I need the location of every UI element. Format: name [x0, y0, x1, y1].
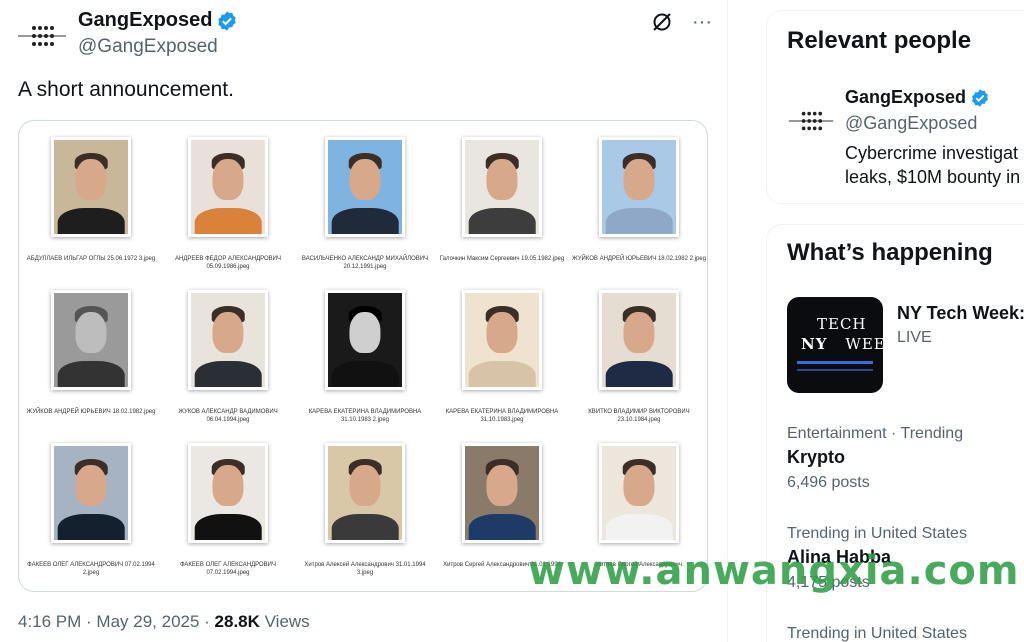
relevant-people-title: Relevant people	[787, 27, 972, 54]
tweet-timestamp[interactable]: 4:16 PM · May 29, 2025 ·	[18, 612, 215, 631]
trend-item[interactable]: Trending in United States	[787, 625, 967, 642]
event-thumb-line2a: NY	[801, 335, 828, 353]
portrait-photo	[462, 443, 542, 543]
verified-badge-icon	[972, 88, 988, 107]
avatar[interactable]	[16, 14, 68, 58]
relevant-people-card: Relevant people GangExposed @GangExposed…	[766, 10, 1024, 204]
portrait-photo	[188, 137, 268, 237]
photo-cell: ЖУКОВ АЛЕКСАНДР ВАДИМОВИЧ 06.04.1994.jpe…	[159, 276, 297, 426]
event-thumb-strip	[797, 361, 873, 364]
photo-cell: ФАКЕЕВ ОЛЕГ АЛЕКСАНДРОВИЧ 07.02.1994 2.j…	[22, 429, 160, 579]
trend-name[interactable]: Krypto	[787, 447, 963, 468]
grok-icon[interactable]	[650, 10, 674, 34]
portrait-photo	[599, 443, 679, 543]
portrait-photo	[599, 290, 679, 390]
event-thumb-line2b: WEEK	[845, 335, 883, 353]
photo-caption: Галочкин Максим Сергеевич 19.05.1982.jpe…	[439, 256, 565, 262]
photo-cell: КВИТКО ВЛАДИМИР ВИКТОРОВИЧ 23.10.1984.jp…	[570, 276, 707, 426]
photo-caption: ФАКЕЕВ ОЛЕГ АЛЕКСАНДРОВИЧ 07.02.1994 2.j…	[27, 562, 155, 576]
relevant-person-name[interactable]: GangExposed	[845, 87, 990, 108]
photo-cell: ЖУЙКОВ АНДРЕЙ ЮРЬЕВИЧ 18.02.1982 2.jpeg	[570, 123, 707, 273]
photo-caption: АНДРЕЕВ ФЕДОР АЛЕКСАНДРОВИЧ 05.09.1986.j…	[175, 256, 281, 270]
portrait-photo	[325, 443, 405, 543]
trend-context: Trending in United States	[787, 625, 967, 642]
portrait-photo	[599, 137, 679, 237]
views-count: 28.8K	[214, 612, 260, 631]
trend-context: Trending in United States	[787, 525, 967, 542]
photo-caption: ЖУЙКОВ АНДРЕЙ ЮРЬЕВИЧ 18.02.1982 2.jpeg	[572, 256, 706, 262]
tweet-actions: ···	[650, 10, 712, 34]
event-live-status: LIVE	[897, 329, 932, 346]
author-handle[interactable]: @GangExposed	[78, 36, 218, 58]
event-thumbnail[interactable]: TECH NY WEEK	[787, 297, 883, 393]
verified-badge-icon	[218, 10, 237, 31]
trend-item[interactable]: Entertainment · Trending Krypto 6,496 po…	[787, 425, 963, 492]
photo-cell: АБДУЛЛАЕВ ИЛЬГАР ОГЛЫ 25.06.1972 3.jpeg	[22, 123, 160, 273]
photo-caption: ФАКЕЕВ ОЛЕГ АЛЕКСАНДРОВИЧ 07.02.1994.jpe…	[179, 562, 276, 576]
photo-caption: КАРЕВА ЕКАТЕРИНА ВЛАДИМИРОВНА 31.10.1983…	[445, 409, 559, 423]
tweet-meta: 4:16 PM · May 29, 2025 · 28.8K Views	[18, 612, 310, 632]
trend-context: Entertainment · Trending	[787, 425, 964, 442]
bio-line-2: leaks, $10M bounty in	[845, 167, 1021, 187]
photo-caption: ВАСИЛЬЧЕНКО АЛЕКСАНДР МИХАЙЛОВИЧ 20.12.1…	[301, 256, 429, 270]
event-thumb-strip	[797, 369, 873, 371]
event-thumb-line2: NY WEEK	[801, 335, 883, 353]
photo-caption: ЖУКОВ АЛЕКСАНДР ВАДИМОВИЧ 06.04.1994.jpe…	[178, 409, 278, 423]
trend-posts: 6,496 posts	[787, 474, 870, 491]
event-thumb-line1: TECH	[817, 315, 867, 333]
relevant-person-bio: Cybercrime investigat leaks, $10M bounty…	[845, 141, 1020, 189]
author-name[interactable]: GangExposed	[78, 9, 238, 32]
photo-cell: КАРЕВА ЕКАТЕРИНА ВЛАДИМИРОВНА 31.10.1983…	[296, 276, 434, 426]
photo-caption: Хитров Алексей Александрович 31.01.1994 …	[304, 562, 426, 576]
portrait-photo	[188, 443, 268, 543]
event-title[interactable]: NY Tech Week:	[897, 303, 1024, 324]
portrait-photo	[51, 443, 131, 543]
photo-caption: КВИТКО ВЛАДИМИР ВИКТОРОВИЧ 23.10.1984.jp…	[588, 409, 690, 423]
portrait-photo	[51, 290, 131, 390]
watermark: www.anwangxia.com	[528, 548, 1020, 594]
relevant-person-avatar[interactable]	[787, 99, 835, 143]
photo-cell: КАРЕВА ЕКАТЕРИНА ВЛАДИМИРОВНА 31.10.1983…	[433, 276, 571, 426]
photo-cell: ЖУЙКОВ АНДРЕЙ ЮРЬЕВИЧ 18.02.1982.jpeg	[22, 276, 160, 426]
portrait-photo	[325, 137, 405, 237]
photo-cell: АНДРЕЕВ ФЕДОР АЛЕКСАНДРОВИЧ 05.09.1986.j…	[159, 123, 297, 273]
tweet-text: A short announcement.	[18, 78, 234, 101]
photo-cell: Галочкин Максим Сергеевич 19.05.1982.jpe…	[433, 123, 571, 273]
portrait-photo	[188, 290, 268, 390]
photo-caption: АБДУЛЛАЕВ ИЛЬГАР ОГЛЫ 25.06.1972 3.jpeg	[26, 256, 156, 262]
views-label: Views	[259, 612, 310, 631]
whats-happening-title: What’s happening	[787, 239, 993, 266]
photo-caption: КАРЕВА ЕКАТЕРИНА ВЛАДИМИРОВНА 31.10.1983…	[308, 409, 422, 423]
portrait-photo	[462, 290, 542, 390]
photo-caption: ЖУЙКОВ АНДРЕЙ ЮРЬЕВИЧ 18.02.1982.jpeg	[26, 409, 156, 415]
author-name-text[interactable]: GangExposed	[78, 9, 212, 32]
more-icon[interactable]: ···	[692, 11, 712, 34]
photo-cell: Хитров Алексей Александрович 31.01.1994 …	[296, 429, 434, 579]
portrait-photo	[51, 137, 131, 237]
photo-cell: ВАСИЛЬЧЕНКО АЛЕКСАНДР МИХАЙЛОВИЧ 20.12.1…	[296, 123, 434, 273]
bio-line-1: Cybercrime investigat	[845, 143, 1019, 163]
relevant-person-handle[interactable]: @GangExposed	[845, 113, 977, 134]
photo-cell: ФАКЕЕВ ОЛЕГ АЛЕКСАНДРОВИЧ 07.02.1994.jpe…	[159, 429, 297, 579]
photo-grid: АБДУЛЛАЕВ ИЛЬГАР ОГЛЫ 25.06.1972 3.jpeg А…	[19, 121, 707, 591]
tweet-media-image[interactable]: АБДУЛЛАЕВ ИЛЬГАР ОГЛЫ 25.06.1972 3.jpeg А…	[18, 120, 708, 592]
portrait-photo	[325, 290, 405, 390]
relevant-person-name-text[interactable]: GangExposed	[845, 87, 966, 108]
tweet-detail: GangExposed @GangExposed ··· A short ann…	[0, 0, 728, 642]
portrait-photo	[462, 137, 542, 237]
